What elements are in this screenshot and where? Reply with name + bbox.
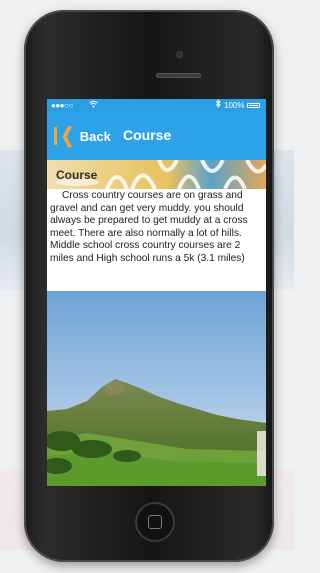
bluetooth-icon bbox=[215, 99, 221, 112]
home-button[interactable] bbox=[135, 502, 175, 542]
course-description: Cross country courses are on grass and g… bbox=[50, 190, 248, 264]
chevron-left-icon: ❮ bbox=[60, 125, 75, 147]
back-button[interactable]: ❮ Back bbox=[54, 126, 111, 146]
status-bar: ●●●○○ 100% bbox=[47, 99, 266, 112]
signal-strength: ●●●○○ bbox=[51, 101, 73, 110]
section-heading: Course bbox=[56, 168, 98, 182]
page-title: Course bbox=[123, 127, 172, 143]
navigation-bar: ❮ Back Course bbox=[47, 112, 266, 160]
wifi-icon bbox=[89, 99, 98, 112]
earpiece-speaker bbox=[156, 73, 201, 78]
course-hill-photo bbox=[47, 291, 266, 486]
home-square-icon bbox=[148, 515, 162, 529]
battery-icon bbox=[247, 103, 260, 108]
back-label: Back bbox=[79, 128, 111, 144]
phone-screen: ●●●○○ 100% ❮ Back Course Course Cross co… bbox=[47, 99, 266, 486]
front-camera bbox=[176, 51, 183, 58]
back-bar-icon bbox=[54, 127, 57, 145]
section-banner: Course bbox=[47, 160, 266, 189]
battery-percentage: 100% bbox=[224, 101, 245, 110]
